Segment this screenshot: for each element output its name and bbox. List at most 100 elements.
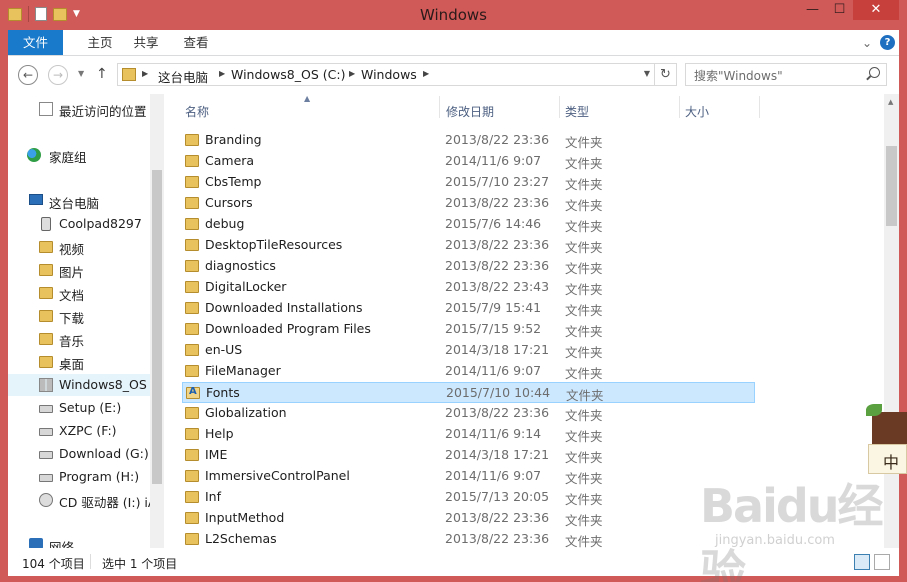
- chevron-right-icon[interactable]: ▶: [219, 69, 225, 78]
- back-button[interactable]: ←: [18, 65, 38, 85]
- maximize-button[interactable]: ☐: [826, 0, 853, 20]
- ime-widget[interactable]: 中: [866, 404, 907, 476]
- nav-item-coolpad[interactable]: Coolpad8297: [8, 213, 150, 235]
- file-row[interactable]: Downloaded Installations 2015/7/9 15:41 文件…: [182, 298, 755, 319]
- nav-item-homegroup[interactable]: 家庭组: [8, 144, 150, 166]
- file-name: CbsTemp: [205, 174, 262, 189]
- file-row[interactable]: FileManager 2014/11/6 9:07 文件夹: [182, 361, 755, 382]
- nav-item-documents[interactable]: 文档: [8, 282, 150, 304]
- nav-item-setup-e[interactable]: Setup (E:): [8, 397, 150, 419]
- scroll-up-arrow-icon[interactable]: ▲: [888, 98, 893, 106]
- nav-item-download-g[interactable]: Download (G:): [8, 443, 150, 465]
- chevron-right-icon[interactable]: ▶: [423, 69, 429, 78]
- breadcrumb-drive[interactable]: Windows8_OS (C:): [231, 67, 345, 82]
- file-type: 文件夹: [565, 492, 603, 507]
- nav-item-program-h[interactable]: Program (H:): [8, 466, 150, 488]
- nav-item-label: 网络: [49, 540, 75, 548]
- nav-item-label: Setup (E:): [59, 400, 122, 415]
- file-row[interactable]: Camera 2014/11/6 9:07 文件夹: [182, 151, 755, 172]
- search-icon[interactable]: [869, 67, 880, 78]
- folder-icon: [185, 155, 199, 167]
- column-divider[interactable]: [759, 96, 760, 118]
- nav-item-recent-places[interactable]: 最近访问的位置: [8, 98, 150, 120]
- file-row[interactable]: Help 2014/11/6 9:14 文件夹: [182, 424, 755, 445]
- nav-item-label: 家庭组: [49, 150, 87, 165]
- tab-view[interactable]: 查看: [170, 30, 222, 55]
- file-type: 文件夹: [565, 282, 603, 297]
- phone-icon: [41, 217, 51, 231]
- nav-item-cd-drive[interactable]: CD 驱动器 (I:) iA: [8, 489, 156, 511]
- tab-home[interactable]: 主页: [74, 30, 126, 55]
- up-arrow-icon[interactable]: ↑: [96, 66, 108, 82]
- tab-share[interactable]: 共享: [120, 30, 172, 55]
- forward-button[interactable]: →: [48, 65, 68, 85]
- help-icon[interactable]: ?: [880, 35, 895, 50]
- file-row[interactable]: CbsTemp 2015/7/10 23:27 文件夹: [182, 172, 755, 193]
- file-name: FileManager: [205, 363, 281, 378]
- column-header-size[interactable]: 大小: [680, 94, 760, 122]
- nav-item-music[interactable]: 音乐: [8, 328, 150, 350]
- nav-item-pictures[interactable]: 图片: [8, 259, 150, 281]
- breadcrumb-windows[interactable]: Windows: [361, 67, 417, 82]
- refresh-icon[interactable]: ↻: [654, 64, 676, 85]
- nav-item-xzpc-f[interactable]: XZPC (F:): [8, 420, 150, 442]
- file-row[interactable]: Inf 2015/7/13 20:05 文件夹: [182, 487, 755, 508]
- file-row[interactable]: Downloaded Program Files 2015/7/15 9:52 文件…: [182, 319, 755, 340]
- file-row[interactable]: diagnostics 2013/8/22 23:36 文件夹: [182, 256, 755, 277]
- drive-icon: [39, 428, 53, 436]
- nav-scrollbar[interactable]: [150, 94, 164, 548]
- nav-item-downloads[interactable]: 下载: [8, 305, 150, 327]
- nav-item-label: XZPC (F:): [59, 423, 117, 438]
- address-bar[interactable]: ▶ 这台电脑 ▶ Windows8_OS (C:) ▶ Windows ▶ ▼ …: [117, 63, 677, 86]
- column-header-label: 大小: [685, 105, 710, 119]
- recent-locations-dropdown-icon[interactable]: ▼: [78, 69, 84, 78]
- recent-places-icon: [39, 102, 53, 116]
- file-row[interactable]: InputMethod 2013/8/22 23:36 文件夹: [182, 508, 755, 529]
- nav-item-windows8-os[interactable]: Windows8_OS (: [8, 374, 156, 396]
- file-row[interactable]: debug 2015/7/6 14:46 文件夹: [182, 214, 755, 235]
- nav-scrollbar-thumb[interactable]: [152, 170, 162, 484]
- nav-item-videos[interactable]: 视频: [8, 236, 150, 258]
- file-row[interactable]: Branding 2013/8/22 23:36 文件夹: [182, 130, 755, 151]
- file-row[interactable]: en-US 2014/3/18 17:21 文件夹: [182, 340, 755, 361]
- minimize-button[interactable]: —: [799, 0, 826, 20]
- column-header-date[interactable]: 修改日期: [440, 94, 560, 122]
- nav-item-desktop[interactable]: 桌面: [8, 351, 150, 373]
- file-row[interactable]: DesktopTileResources 2013/8/22 23:36 文件夹: [182, 235, 755, 256]
- file-date: 2014/3/18 17:21: [445, 342, 550, 357]
- tab-file[interactable]: 文件: [8, 30, 63, 55]
- column-header-type[interactable]: 类型: [560, 94, 680, 122]
- folder-icon: [185, 302, 199, 314]
- file-name: IME: [205, 447, 228, 462]
- file-row[interactable]: L2Schemas 2013/8/22 23:36 文件夹: [182, 529, 755, 548]
- file-type: 文件夹: [565, 408, 603, 423]
- file-row[interactable]: DigitalLocker 2013/8/22 23:43 文件夹: [182, 277, 755, 298]
- file-list-scrollbar-thumb[interactable]: [886, 146, 897, 226]
- address-history-dropdown-icon[interactable]: ▼: [644, 69, 650, 78]
- file-row[interactable]: IME 2014/3/18 17:21 文件夹: [182, 445, 755, 466]
- search-input[interactable]: 搜索"Windows": [694, 67, 783, 84]
- file-type: 文件夹: [565, 324, 603, 339]
- file-name: Downloaded Program Files: [205, 321, 371, 336]
- breadcrumb-this-pc[interactable]: 这台电脑: [158, 67, 208, 86]
- file-name: L2Schemas: [205, 531, 277, 546]
- chevron-right-icon[interactable]: ▶: [349, 69, 355, 78]
- search-box[interactable]: 搜索"Windows": [685, 63, 887, 86]
- column-header-name[interactable]: 名称: [184, 94, 439, 122]
- chevron-right-icon[interactable]: ▶: [142, 69, 148, 78]
- file-date: 2015/7/6 14:46: [445, 216, 542, 231]
- file-row-selected[interactable]: Fonts 2015/7/10 10:44 文件夹: [182, 382, 755, 403]
- widget-header: [872, 412, 907, 444]
- nav-item-label: Program (H:): [59, 469, 140, 484]
- nav-item-network[interactable]: 网络: [8, 534, 150, 548]
- file-row[interactable]: ImmersiveControlPanel 2014/11/6 9:07 文件夹: [182, 466, 755, 487]
- expand-ribbon-icon[interactable]: ⌄: [862, 36, 872, 50]
- drive-icon: [39, 405, 53, 413]
- file-date: 2014/11/6 9:07: [445, 363, 542, 378]
- file-date: 2015/7/13 20:05: [445, 489, 550, 504]
- close-button[interactable]: ✕: [853, 0, 899, 20]
- file-row[interactable]: Globalization 2013/8/22 23:36 文件夹: [182, 403, 755, 424]
- file-row[interactable]: Cursors 2013/8/22 23:36 文件夹: [182, 193, 755, 214]
- item-count: 104 个项目: [22, 557, 85, 571]
- nav-item-this-pc[interactable]: 这台电脑: [8, 190, 150, 212]
